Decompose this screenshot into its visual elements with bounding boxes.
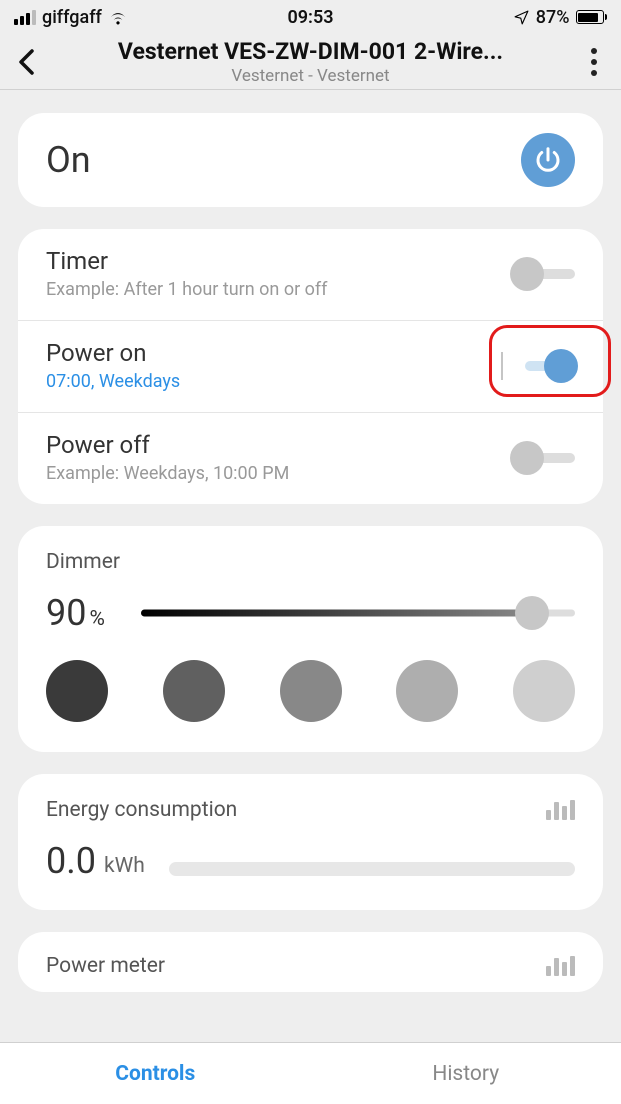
chevron-left-icon [17,48,37,76]
dimmer-value: 90 [46,592,86,634]
timer-card: Timer Example: After 1 hour turn on or o… [18,229,603,504]
dimmer-preset-2[interactable] [163,660,225,722]
power-on-toggle[interactable] [513,351,575,381]
power-off-toggle[interactable] [513,443,575,473]
bar-chart-icon[interactable] [546,800,575,820]
energy-unit: kWh [104,854,145,878]
dimmer-presets [46,660,575,722]
energy-value: 0.0 [46,840,96,882]
bottom-tabs: Controls History [0,1042,621,1104]
power-on-subtitle: 07:00, Weekdays [46,371,501,392]
page-title: Vesternet VES-ZW-DIM-001 2-Wire... [48,38,573,65]
power-icon [533,145,563,175]
more-vertical-icon [591,48,597,76]
separator [501,352,503,380]
timer-title: Timer [46,247,513,275]
dimmer-preset-5[interactable] [513,660,575,722]
energy-title: Energy consumption [46,798,237,822]
signal-icon [14,10,36,25]
energy-bar [169,862,575,876]
power-off-subtitle: Example: Weekdays, 10:00 PM [46,463,513,484]
dimmer-slider[interactable] [141,596,575,630]
timer-row[interactable]: Timer Example: After 1 hour turn on or o… [18,229,603,320]
bar-chart-icon[interactable] [546,956,575,976]
tab-history[interactable]: History [311,1043,621,1104]
more-button[interactable] [579,48,609,76]
dimmer-label: Dimmer [46,550,575,574]
power-meter-card: Power meter [18,932,603,992]
timer-toggle[interactable] [513,259,575,289]
power-meter-title: Power meter [46,954,165,978]
dimmer-card: Dimmer 90% [18,526,603,752]
location-icon [513,9,530,26]
state-card: On [18,113,603,207]
battery-icon [576,10,608,24]
status-bar: giffgaff 09:53 87% [0,0,621,34]
header: Vesternet VES-ZW-DIM-001 2-Wire... Veste… [0,34,621,90]
content-scroll[interactable]: On Timer Example: After 1 hour turn on o… [0,91,621,1042]
carrier-label: giffgaff [42,7,102,28]
page-subtitle: Vesternet - Vesternet [48,66,573,86]
back-button[interactable] [12,48,42,76]
dimmer-preset-4[interactable] [396,660,458,722]
power-button[interactable] [521,133,575,187]
energy-card: Energy consumption 0.0 kWh [18,774,603,910]
power-off-row[interactable]: Power off Example: Weekdays, 10:00 PM [18,412,603,504]
dimmer-preset-1[interactable] [46,660,108,722]
wifi-icon [108,10,128,25]
power-on-title: Power on [46,339,501,367]
power-off-title: Power off [46,431,513,459]
power-on-row[interactable]: Power on 07:00, Weekdays [18,320,603,412]
clock-label: 09:53 [287,7,333,28]
dimmer-pct-sign: % [89,607,104,631]
tab-controls[interactable]: Controls [0,1043,311,1104]
battery-pct-label: 87% [536,7,570,28]
dimmer-preset-3[interactable] [280,660,342,722]
state-label: On [46,139,91,181]
dimmer-value-wrap: 90% [46,592,105,634]
slider-knob[interactable] [515,596,549,630]
timer-subtitle: Example: After 1 hour turn on or off [46,279,513,300]
